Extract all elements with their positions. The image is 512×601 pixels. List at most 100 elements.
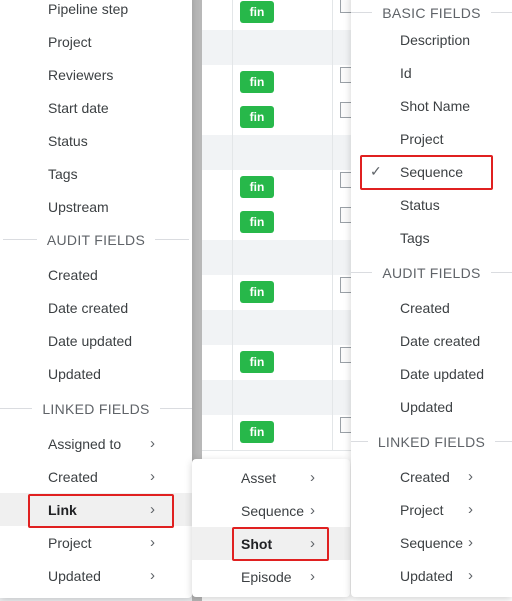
chevron-right-icon: ›: [310, 568, 315, 585]
menu-item-label: Upstream: [48, 198, 109, 215]
menu-item-sequence-linked-right[interactable]: Sequence ›: [351, 526, 512, 559]
highlight-shot: [232, 527, 329, 561]
menu-item-label: Updated: [400, 567, 453, 584]
menu-item-label: Created: [400, 299, 450, 316]
chevron-right-icon: ›: [150, 435, 155, 452]
audit-fields-header-label: AUDIT FIELDS: [382, 264, 481, 281]
column-divider: [332, 65, 333, 100]
menu-item-status[interactable]: Status: [0, 124, 192, 157]
menu-item-updated-audit[interactable]: Updated: [351, 390, 512, 423]
column-divider: [332, 310, 333, 345]
menu-item-date-created[interactable]: Date created: [0, 291, 192, 324]
chevron-right-icon: ›: [310, 469, 315, 486]
column-divider: [332, 0, 333, 30]
chevron-right-icon: ›: [150, 468, 155, 485]
audit-fields-header: AUDIT FIELDS: [0, 223, 192, 256]
status-badge[interactable]: fin: [240, 1, 274, 23]
menu-item-tags[interactable]: Tags: [0, 157, 192, 190]
menu-item-episode[interactable]: Episode ›: [192, 560, 350, 593]
menu-item-tags-basic[interactable]: Tags: [351, 221, 512, 254]
column-divider: [232, 275, 233, 310]
menu-item-label: Updated: [48, 365, 101, 382]
menu-item-date-updated-audit[interactable]: Date updated: [351, 357, 512, 390]
column-divider: [232, 310, 233, 345]
menu-item-label: Created: [48, 468, 98, 485]
menu-item-project-basic[interactable]: Project: [351, 122, 512, 155]
column-divider: [232, 65, 233, 100]
shot-fields-menu: BASIC FIELDS Description Id Shot Name Pr…: [351, 0, 512, 597]
status-badge[interactable]: fin: [240, 71, 274, 93]
audit-fields-header-right: AUDIT FIELDS: [351, 256, 512, 289]
menu-item-created-audit[interactable]: Created: [351, 291, 512, 324]
linked-fields-header-right: LINKED FIELDS: [351, 425, 512, 458]
column-divider: [232, 345, 233, 380]
column-divider: [232, 170, 233, 205]
menu-item-upstream[interactable]: Upstream: [0, 190, 192, 223]
menu-item-shot-name[interactable]: Shot Name: [351, 89, 512, 122]
menu-item-project[interactable]: Project: [0, 25, 192, 58]
menu-item-label: Created: [48, 266, 98, 283]
menu-item-date-updated[interactable]: Date updated: [0, 324, 192, 357]
menu-item-label: Date created: [48, 299, 129, 316]
menu-item-updated-linked-right[interactable]: Updated ›: [351, 559, 512, 592]
menu-item-label: Tags: [48, 165, 78, 182]
menu-item-label: Status: [400, 196, 440, 213]
highlight-link: [28, 494, 174, 528]
menu-item-sequence[interactable]: Sequence ›: [192, 494, 350, 527]
menu-item-label: Project: [400, 130, 444, 147]
column-divider: [232, 205, 233, 240]
column-divider: [232, 380, 233, 415]
linked-fields-header: LINKED FIELDS: [0, 392, 193, 425]
menu-item-label: Status: [48, 132, 88, 149]
menu-item-start-date[interactable]: Start date: [0, 91, 192, 124]
chevron-right-icon: ›: [150, 567, 155, 584]
column-divider: [232, 240, 233, 275]
status-badge[interactable]: fin: [240, 211, 274, 233]
menu-item-status-basic[interactable]: Status: [351, 188, 512, 221]
column-divider: [332, 135, 333, 170]
menu-item-asset[interactable]: Asset ›: [192, 461, 350, 494]
linked-fields-header-label: LINKED FIELDS: [42, 400, 150, 417]
column-divider: [332, 240, 333, 275]
menu-item-label: Date updated: [400, 365, 485, 382]
column-divider: [232, 0, 233, 30]
column-divider: [332, 415, 333, 450]
menu-item-id[interactable]: Id: [351, 56, 512, 89]
audit-fields-header-label: AUDIT FIELDS: [46, 231, 146, 248]
column-divider: [332, 345, 333, 380]
menu-item-label: Project: [48, 534, 92, 551]
menu-item-updated-linked[interactable]: Updated ›: [0, 559, 192, 592]
menu-item-label: Created: [400, 468, 450, 485]
menu-item-project-linked-right[interactable]: Project ›: [351, 493, 512, 526]
menu-item-label: Sequence: [400, 534, 464, 551]
basic-fields-header-label: BASIC FIELDS: [382, 4, 481, 21]
status-badge[interactable]: fin: [240, 176, 274, 198]
menu-item-created-linked-right[interactable]: Created ›: [351, 460, 512, 493]
column-divider: [232, 100, 233, 135]
column-divider: [332, 380, 333, 415]
menu-item-project-linked[interactable]: Project ›: [0, 526, 192, 559]
menu-item-label: Project: [400, 501, 444, 518]
column-divider: [332, 275, 333, 310]
status-badge[interactable]: fin: [240, 106, 274, 128]
status-badge[interactable]: fin: [240, 281, 274, 303]
menu-item-assigned-to[interactable]: Assigned to ›: [0, 427, 192, 460]
status-badge[interactable]: fin: [240, 421, 274, 443]
menu-item-description[interactable]: Description: [351, 23, 512, 56]
menu-item-updated[interactable]: Updated: [0, 357, 192, 390]
highlight-sequence: [360, 155, 493, 190]
column-divider: [232, 30, 233, 65]
menu-item-label: Pipeline step: [48, 0, 129, 17]
menu-item-created[interactable]: Created: [0, 258, 192, 291]
menu-item-label: Date created: [400, 332, 481, 349]
menu-item-reviewers[interactable]: Reviewers: [0, 58, 192, 91]
chevron-right-icon: ›: [468, 567, 473, 584]
chevron-right-icon: ›: [468, 534, 473, 551]
column-divider: [232, 135, 233, 170]
menu-item-pipeline-step[interactable]: Pipeline step: [0, 0, 192, 25]
menu-item-created-linked[interactable]: Created ›: [0, 460, 192, 493]
status-badge[interactable]: fin: [240, 351, 274, 373]
column-divider: [232, 415, 233, 450]
column-divider: [332, 100, 333, 135]
menu-item-date-created-audit[interactable]: Date created: [351, 324, 512, 357]
